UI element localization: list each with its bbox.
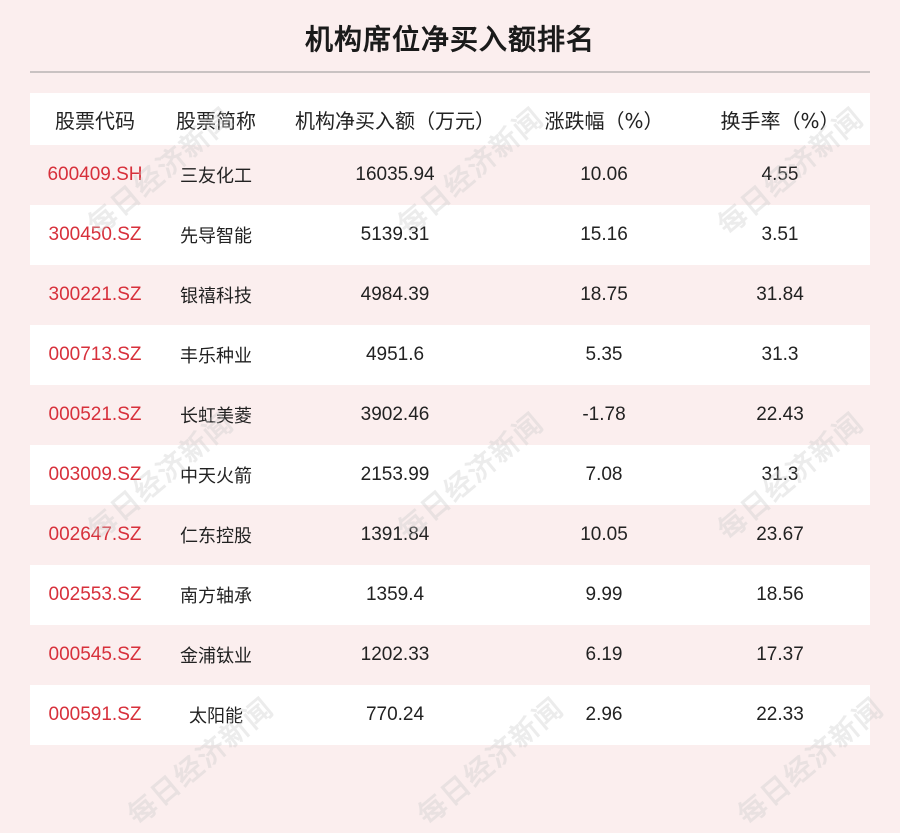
header-net-buy: 机构净买入额（万元） (295, 108, 495, 133)
cell-stock-code: 000521.SZ (48, 404, 142, 425)
cell-net-buy: 16035.94 (355, 164, 435, 185)
cell-turnover: 18.56 (756, 584, 804, 605)
cell-stock-name: 丰乐种业 (180, 346, 252, 367)
cell-stock-code: 600409.SH (47, 164, 143, 185)
cell-turnover: 17.37 (756, 644, 804, 665)
table-row: 000591.SZ 太阳能 770.24 2.96 22.33 (30, 685, 870, 745)
table-header-row: 股票代码 股票简称 机构净买入额（万元） 涨跌幅（%） 换手率（%） (30, 93, 870, 145)
cell-net-buy: 5139.31 (360, 224, 430, 245)
cell-change-pct: 10.05 (580, 524, 628, 545)
header-turnover: 换手率（%） (720, 108, 840, 133)
cell-stock-code: 000713.SZ (48, 344, 142, 365)
cell-turnover: 31.3 (761, 464, 799, 485)
cell-stock-name: 金浦钛业 (180, 646, 252, 667)
cell-stock-code: 003009.SZ (48, 464, 142, 485)
table-row: 300221.SZ 银禧科技 4984.39 18.75 31.84 (30, 265, 870, 325)
table-row: 003009.SZ 中天火箭 2153.99 7.08 31.3 (30, 445, 870, 505)
page-title: 机构席位净买入额排名 (304, 23, 595, 56)
cell-change-pct: 18.75 (580, 284, 628, 305)
cell-stock-code: 300450.SZ (48, 224, 142, 245)
cell-stock-code: 002647.SZ (48, 524, 142, 545)
cell-turnover: 3.51 (761, 224, 799, 245)
cell-stock-name: 太阳能 (189, 706, 243, 727)
cell-stock-code: 000545.SZ (48, 644, 142, 665)
header-stock-name: 股票简称 (176, 108, 256, 133)
cell-change-pct: 10.06 (580, 164, 628, 185)
cell-stock-name: 仁东控股 (180, 526, 252, 547)
header-change-pct: 涨跌幅（%） (544, 108, 664, 133)
table-row: 000521.SZ 长虹美菱 3902.46 -1.78 22.43 (30, 385, 870, 445)
cell-turnover: 22.33 (756, 704, 804, 725)
cell-turnover: 22.43 (756, 404, 804, 425)
cell-stock-name: 长虹美菱 (180, 406, 252, 427)
cell-change-pct: 6.19 (585, 644, 623, 665)
title-divider (30, 71, 870, 73)
table-row: 000545.SZ 金浦钛业 1202.33 6.19 17.37 (30, 625, 870, 685)
table-body: 600409.SH 三友化工 16035.94 10.06 4.55 300450.SZ 先… (30, 145, 870, 745)
cell-net-buy: 1202.33 (360, 644, 430, 665)
cell-change-pct: 7.08 (585, 464, 623, 485)
cell-change-pct: -1.78 (582, 404, 626, 425)
cell-net-buy: 3902.46 (360, 404, 430, 425)
cell-stock-code: 002553.SZ (48, 584, 142, 605)
ranking-table: 股票代码 股票简称 机构净买入额（万元） 涨跌幅（%） 换手率（%） 60040… (30, 93, 870, 745)
cell-net-buy: 770.24 (365, 704, 425, 725)
cell-turnover: 31.3 (761, 344, 799, 365)
table-row: 300450.SZ 先导智能 5139.31 15.16 3.51 (30, 205, 870, 265)
table-row: 000713.SZ 丰乐种业 4951.6 5.35 31.3 (30, 325, 870, 385)
table-row: 600409.SH 三友化工 16035.94 10.06 4.55 (30, 145, 870, 205)
cell-net-buy: 1359.4 (365, 584, 425, 605)
cell-stock-name: 三友化工 (180, 166, 252, 187)
cell-turnover: 4.55 (761, 164, 799, 185)
cell-stock-code: 300221.SZ (48, 284, 142, 305)
header-stock-code: 股票代码 (55, 108, 135, 133)
cell-net-buy: 1391.84 (360, 524, 430, 545)
cell-net-buy: 4951.6 (365, 344, 425, 365)
cell-net-buy: 4984.39 (360, 284, 430, 305)
cell-turnover: 23.67 (756, 524, 804, 545)
cell-change-pct: 2.96 (585, 704, 623, 725)
cell-stock-name: 先导智能 (180, 226, 252, 247)
cell-stock-code: 000591.SZ (48, 704, 142, 725)
cell-net-buy: 2153.99 (360, 464, 430, 485)
cell-stock-name: 银禧科技 (180, 286, 252, 307)
cell-stock-name: 南方轴承 (180, 586, 252, 607)
table-row: 002647.SZ 仁东控股 1391.84 10.05 23.67 (30, 505, 870, 565)
cell-turnover: 31.84 (756, 284, 804, 305)
cell-stock-name: 中天火箭 (180, 466, 252, 487)
cell-change-pct: 15.16 (580, 224, 628, 245)
table-row: 002553.SZ 南方轴承 1359.4 9.99 18.56 (30, 565, 870, 625)
cell-change-pct: 5.35 (585, 344, 623, 365)
cell-change-pct: 9.99 (585, 584, 623, 605)
